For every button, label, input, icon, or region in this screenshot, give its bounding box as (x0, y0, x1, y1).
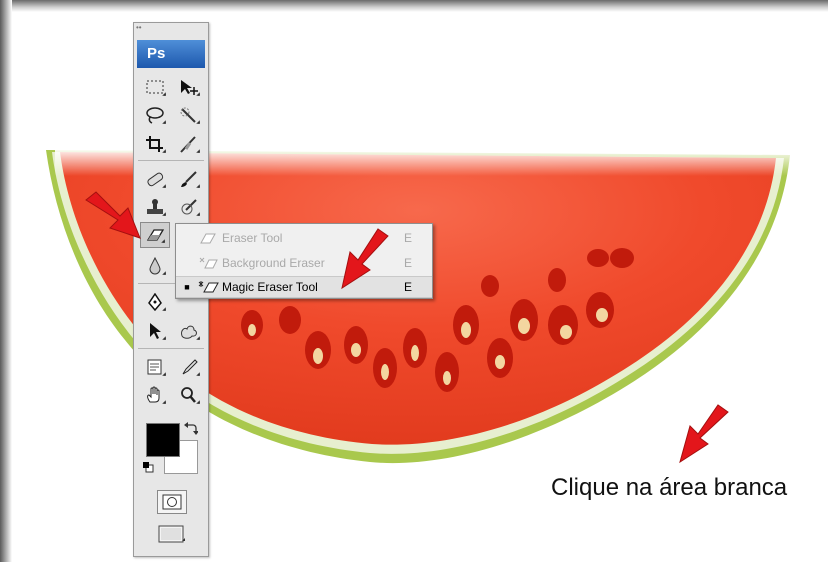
eraser-tools-flyout: Eraser Tool E Background Eraser E ■ Magi… (175, 223, 433, 299)
tool-row (138, 194, 206, 220)
brush-icon[interactable] (174, 166, 204, 192)
notes-icon[interactable] (140, 354, 170, 380)
tool-row (138, 354, 206, 380)
annotation-arrow-canvas (679, 404, 729, 464)
quick-mask-button[interactable] (157, 490, 187, 514)
panel-grip[interactable]: •• (136, 24, 142, 32)
crop-icon[interactable] (140, 131, 170, 157)
spot-healing-icon[interactable] (140, 166, 170, 192)
tool-row (138, 382, 206, 408)
tool-row (138, 102, 206, 128)
toolbar-divider (138, 160, 204, 161)
annotation-arrow-eraser (85, 191, 141, 239)
blur-icon[interactable] (140, 253, 170, 279)
tool-row (138, 74, 206, 100)
shortcut-key: E (404, 280, 413, 294)
zoom-icon[interactable] (174, 382, 204, 408)
shortcut-key: E (404, 256, 413, 270)
default-colors-icon[interactable] (142, 461, 154, 473)
selected-bullet: ■ (184, 282, 190, 292)
instruction-caption: Clique na área branca (551, 474, 788, 501)
tool-row (138, 166, 206, 192)
magic-eraser-icon (198, 279, 222, 295)
shortcut-key: E (404, 231, 413, 245)
foreground-color[interactable] (146, 423, 180, 457)
lasso-icon[interactable] (140, 102, 170, 128)
annotation-arrow-menu (341, 228, 389, 290)
slice-icon[interactable] (174, 131, 204, 157)
quick-selection-icon[interactable] (174, 102, 204, 128)
hand-icon[interactable] (140, 382, 170, 408)
rectangular-marquee-icon[interactable] (140, 74, 170, 100)
custom-shape-icon[interactable] (174, 318, 204, 344)
swap-colors-icon[interactable] (184, 421, 198, 435)
screen-mode-button[interactable] (155, 523, 187, 545)
eyedropper-icon[interactable] (174, 354, 204, 380)
path-selection-icon[interactable] (140, 318, 170, 344)
ps-logo: Ps (137, 40, 205, 68)
history-brush-icon[interactable] (174, 194, 204, 220)
move-icon[interactable] (174, 74, 204, 100)
background-eraser-icon (198, 255, 222, 271)
eraser-icon (198, 230, 222, 246)
tool-row (138, 131, 206, 157)
pen-icon[interactable] (140, 289, 170, 315)
toolbar-divider (138, 348, 204, 349)
tool-row (138, 318, 206, 344)
